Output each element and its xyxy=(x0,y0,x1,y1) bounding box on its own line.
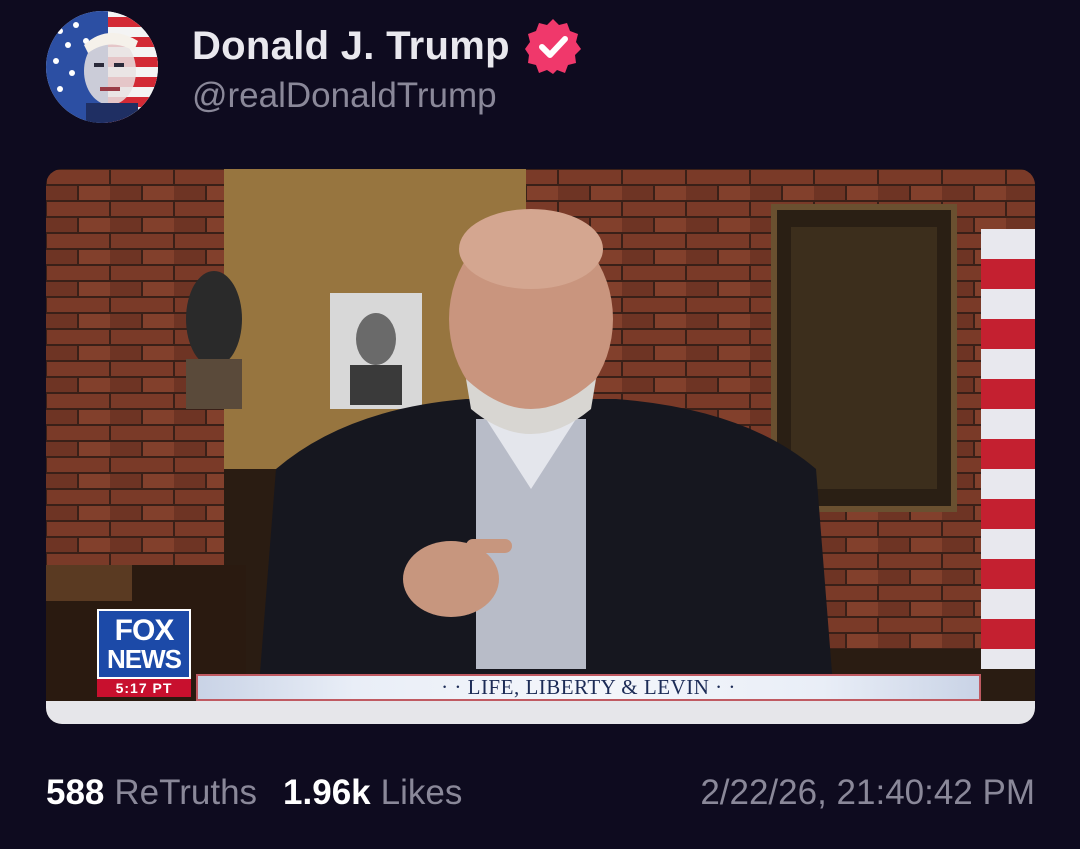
retruths-count[interactable]: 588 xyxy=(46,773,104,813)
author-avatar[interactable] xyxy=(46,11,158,123)
network-logo: FOX NEWS 5:17 PT xyxy=(97,609,191,697)
logo-fox-text: FOX xyxy=(114,614,175,647)
retruths-label[interactable]: ReTruths xyxy=(114,773,257,813)
video-frame xyxy=(46,169,1035,724)
post-header: Donald J. Trump @realDonaldTrump xyxy=(46,10,582,124)
author-display-name[interactable]: Donald J. Trump xyxy=(192,24,510,69)
post-media-video[interactable]: FOX NEWS 5:17 PT · · LIFE, LIBERTY & LEV… xyxy=(46,169,1035,724)
likes-count[interactable]: 1.96k xyxy=(283,773,371,813)
post-stats: 588 ReTruths 1.96k Likes xyxy=(46,770,462,816)
fox-news-box: FOX NEWS xyxy=(97,609,191,679)
author-handle[interactable]: @realDonaldTrump xyxy=(192,76,582,116)
verified-badge-icon xyxy=(524,19,581,74)
author-names: Donald J. Trump @realDonaldTrump xyxy=(192,18,582,116)
broadcast-time: 5:17 PT xyxy=(97,679,191,697)
logo-news-text: NEWS xyxy=(107,644,182,674)
avatar-image xyxy=(46,11,158,123)
post-timestamp: 2/22/26, 21:40:42 PM xyxy=(700,773,1035,812)
likes-label[interactable]: Likes xyxy=(381,773,463,813)
name-row: Donald J. Trump xyxy=(192,18,582,74)
show-title-banner: · · LIFE, LIBERTY & LEVIN · · xyxy=(196,674,981,701)
